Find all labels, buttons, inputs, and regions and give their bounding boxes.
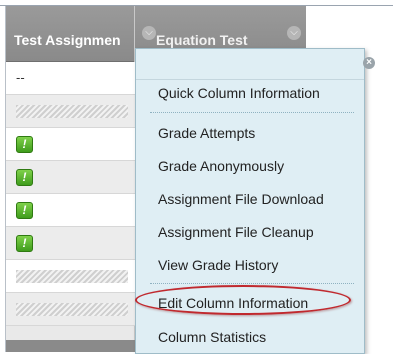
menu-item-grade-attempts[interactable]: Grade Attempts bbox=[158, 125, 255, 141]
exclamation-icon[interactable]: ! bbox=[16, 235, 33, 252]
not-applicable-cell bbox=[16, 270, 128, 283]
column-header-test-assignment[interactable]: Test Assignmen bbox=[14, 32, 132, 48]
menu-divider bbox=[150, 283, 354, 284]
grade-cell[interactable]: -- bbox=[16, 70, 25, 85]
exclamation-icon[interactable]: ! bbox=[16, 169, 33, 186]
menu-header bbox=[136, 49, 364, 80]
menu-item-grade-anonymously[interactable]: Grade Anonymously bbox=[158, 158, 284, 174]
menu-item-column-statistics[interactable]: Column Statistics bbox=[158, 329, 266, 345]
not-applicable-cell bbox=[16, 105, 128, 118]
highlight-annotation-ellipse bbox=[135, 285, 351, 315]
screenshot-frame: Test Assignmen ⌵ Equation Test ⌵ -- ! ! … bbox=[0, 0, 393, 354]
menu-item-quick-column-information[interactable]: Quick Column Information bbox=[158, 85, 320, 101]
exclamation-icon[interactable]: ! bbox=[16, 202, 33, 219]
not-applicable-cell bbox=[16, 303, 128, 316]
menu-item-assignment-file-cleanup[interactable]: Assignment File Cleanup bbox=[158, 224, 314, 240]
close-icon[interactable]: × bbox=[363, 57, 375, 69]
menu-item-view-grade-history[interactable]: View Grade History bbox=[158, 257, 278, 273]
chevron-down-icon[interactable]: ⌵ bbox=[287, 26, 301, 40]
menu-divider bbox=[150, 112, 354, 113]
column-header-equation-test[interactable]: Equation Test bbox=[156, 32, 286, 48]
chevron-down-icon[interactable]: ⌵ bbox=[142, 26, 156, 40]
menu-item-assignment-file-download[interactable]: Assignment File Download bbox=[158, 191, 324, 207]
exclamation-icon[interactable]: ! bbox=[16, 136, 33, 153]
